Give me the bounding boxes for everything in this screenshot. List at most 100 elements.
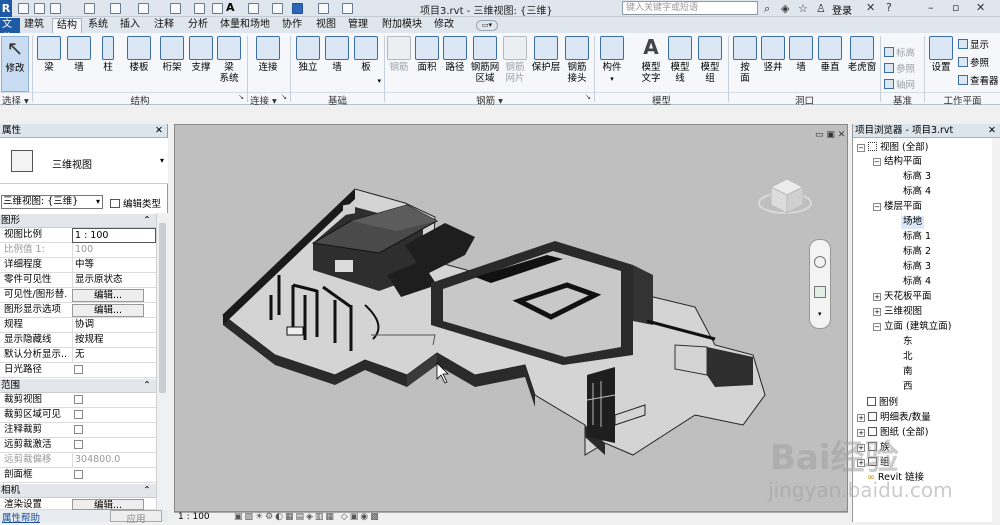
tree-item[interactable]: 西 [903, 381, 913, 394]
expand-icon[interactable]: + [873, 293, 881, 301]
group-connection[interactable]: 连接 ▾ ↘ [248, 92, 290, 107]
tab-manage[interactable]: 管理 [348, 18, 368, 33]
show-workplane-button[interactable]: 显示 [958, 39, 989, 51]
restore-icon[interactable]: ▫ [952, 1, 959, 14]
crop-region-checkbox[interactable] [74, 410, 83, 419]
model-text-button[interactable]: A 模型 文字 [638, 36, 664, 92]
prop-view-scale[interactable]: 视图比例 1 : 100 [0, 228, 156, 243]
tree-elevations[interactable]: − 立面 (建筑立面) [873, 321, 951, 334]
undo-icon[interactable] [84, 3, 95, 14]
tree-item[interactable]: 标高 3 [903, 171, 931, 184]
vertical-opening-button[interactable]: 垂直 [816, 36, 844, 92]
crop-view-checkbox[interactable] [74, 395, 83, 404]
prop-parts-visibility[interactable]: 零件可见性 显示原状态 [0, 273, 156, 288]
group-select[interactable]: 选择 ▾ [0, 92, 32, 107]
tab-collaborate[interactable]: 协作 [282, 18, 302, 33]
chevron-down-icon[interactable]: ▾ [818, 310, 822, 318]
login-link[interactable]: 登录 [832, 2, 852, 17]
wall-button[interactable]: 墙 [66, 36, 92, 92]
text-icon[interactable]: A [226, 1, 237, 14]
sun-path-checkbox[interactable] [74, 365, 83, 374]
category-graphics[interactable]: 图形 ⌃ [0, 214, 156, 228]
type-selector[interactable]: 三维视图 ▾ [0, 138, 168, 184]
tree-floor-plans[interactable]: − 楼层平面 [873, 201, 922, 214]
tree-structural-plans[interactable]: − 结构平面 [873, 156, 922, 169]
section-box-checkbox[interactable] [74, 470, 83, 479]
tab-systems[interactable]: 系统 [88, 18, 108, 33]
user-icon[interactable]: ♙ [816, 2, 826, 15]
tree-item[interactable]: 标高 1 [903, 231, 931, 244]
tree-item[interactable]: 标高 4 [903, 276, 931, 289]
ref-plane-button[interactable]: 参照 [958, 57, 989, 69]
sync-icon[interactable] [50, 3, 61, 14]
close-icon[interactable]: ✕ [976, 1, 985, 14]
model-group-button[interactable]: 模型 组 [696, 36, 724, 92]
tree-legends[interactable]: 图例 [867, 397, 898, 410]
vg-edit-button[interactable]: 编辑... [72, 289, 144, 302]
view-min-max-icons[interactable]: ▭ ▣ ✕ [815, 130, 845, 140]
section-icon[interactable] [272, 3, 283, 14]
minimize-icon[interactable]: – [928, 1, 934, 14]
tab-file[interactable]: 文件 [0, 18, 20, 44]
prop-discipline[interactable]: 规程 协调 [0, 318, 156, 333]
tag-icon[interactable] [212, 3, 223, 14]
open-icon[interactable] [18, 3, 29, 14]
slab-foundation-button[interactable]: 板 ▾ [353, 36, 381, 92]
component-button[interactable]: 构件 ▾ [598, 36, 626, 92]
collapse-icon[interactable]: − [873, 203, 881, 211]
navigation-bar[interactable]: ▾ [809, 239, 831, 329]
binoculars-icon[interactable]: ⌕ [764, 2, 770, 16]
thin-lines-icon[interactable] [292, 3, 303, 14]
measure-icon[interactable] [170, 3, 181, 14]
connection-button[interactable]: 连接 [252, 36, 284, 92]
wall-foundation-button[interactable]: 墙 [325, 36, 349, 92]
graphic-display-edit-button[interactable]: 编辑... [72, 304, 144, 317]
tree-3d-views[interactable]: + 三维视图 [873, 306, 922, 319]
rebar-coupler-button[interactable]: 钢筋 接头 [564, 36, 590, 92]
tab-analyze[interactable]: 分析 [188, 18, 208, 33]
view-instance-dropdown[interactable]: 三维视图: {三维} ▾ [1, 195, 103, 209]
reference-plane-button[interactable]: 参照 [884, 63, 915, 75]
far-clip-checkbox[interactable] [74, 440, 83, 449]
tab-massing-site[interactable]: 体量和场地 [220, 18, 270, 33]
tree-item[interactable]: 南 [903, 366, 913, 379]
browser-scrollbar[interactable] [992, 138, 1000, 522]
tree-item[interactable]: 标高 4 [903, 186, 931, 199]
truss-button[interactable]: 桁架 [158, 36, 186, 92]
view-control-icons[interactable]: ▣▨☀⚙◐▦▤◈▥▦ ◇▣◉▩ [234, 513, 381, 522]
tree-views-all[interactable]: − 视图 (全部) [857, 142, 928, 155]
revit-logo-icon[interactable]: R [0, 0, 12, 17]
properties-scrollbar[interactable] [156, 213, 168, 510]
modify-button[interactable]: ↖ 修改 [1, 36, 29, 92]
scroll-thumb[interactable] [159, 223, 166, 393]
close-icon[interactable]: ✕ [155, 124, 163, 137]
tree-item[interactable]: 东 [903, 336, 913, 349]
floor-button[interactable]: 楼板 [124, 36, 154, 92]
subscription-icon[interactable]: ◈ [781, 2, 789, 15]
opening-by-face-button[interactable]: 按 面 [732, 36, 758, 92]
dimension-icon[interactable] [194, 3, 205, 14]
expand-icon[interactable]: + [873, 308, 881, 316]
tree-item[interactable]: 北 [903, 351, 913, 364]
steering-wheel-icon[interactable] [814, 256, 826, 268]
search-input[interactable]: 键入关键字或短语 [622, 1, 758, 15]
wall-opening-button[interactable]: 墙 [789, 36, 813, 92]
exchange-icon[interactable]: ✕ [866, 1, 875, 14]
model-line-button[interactable]: 模型 线 [667, 36, 693, 92]
scale-display[interactable]: 1 : 100 [178, 513, 210, 522]
favorites-icon[interactable]: ☆ [798, 2, 808, 15]
tab-insert[interactable]: 插入 [120, 18, 140, 33]
rebar-button[interactable]: 钢筋 [386, 36, 412, 92]
fabric-sheet-button[interactable]: 钢筋 网片 [502, 36, 528, 92]
tab-structure[interactable]: 结构 [52, 18, 82, 33]
collapse-icon[interactable]: − [873, 323, 881, 331]
edit-type-button[interactable]: 编辑类型 [110, 196, 161, 210]
dormer-button[interactable]: 老虎窗 [846, 36, 878, 92]
viewcube-icon[interactable] [758, 178, 812, 214]
switch-window-icon[interactable] [342, 3, 353, 14]
grid-button[interactable]: 轴网 [884, 79, 915, 91]
prop-hidden-lines[interactable]: 显示隐藏线 按规程 [0, 333, 156, 348]
group-rebar[interactable]: 钢筋 ▾ ↘ [385, 92, 594, 107]
path-rebar-button[interactable]: 路径 [442, 36, 468, 92]
category-extents[interactable]: 范围 ⌃ [0, 379, 156, 393]
